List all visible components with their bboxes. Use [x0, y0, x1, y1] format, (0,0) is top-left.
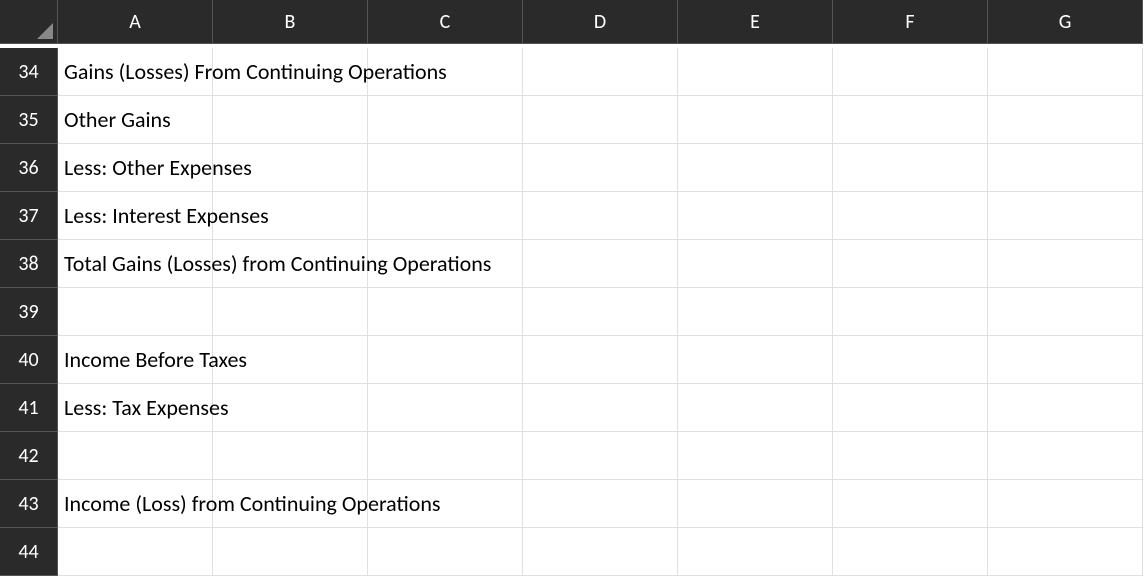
- cell-d37[interactable]: [523, 192, 678, 240]
- row-header-39[interactable]: 39: [0, 288, 58, 336]
- cell-e41[interactable]: [678, 384, 833, 432]
- cell-e34[interactable]: [678, 48, 833, 96]
- cell-d34[interactable]: [523, 48, 678, 96]
- cell-b42[interactable]: [213, 432, 368, 480]
- cell-g38[interactable]: [988, 240, 1143, 288]
- cell-c36[interactable]: [368, 144, 523, 192]
- cell-c44[interactable]: [368, 528, 523, 576]
- cell-d44[interactable]: [523, 528, 678, 576]
- cell-e43[interactable]: [678, 480, 833, 528]
- cell-d36[interactable]: [523, 144, 678, 192]
- cell-d41[interactable]: [523, 384, 678, 432]
- cell-g42[interactable]: [988, 432, 1143, 480]
- row-header-44[interactable]: 44: [0, 528, 58, 576]
- cell-g37[interactable]: [988, 192, 1143, 240]
- cell-e36[interactable]: [678, 144, 833, 192]
- cell-f39[interactable]: [833, 288, 988, 336]
- cell-f44[interactable]: [833, 528, 988, 576]
- cell-e40[interactable]: [678, 336, 833, 384]
- row-header-40[interactable]: 40: [0, 336, 58, 384]
- cell-b41[interactable]: [213, 384, 368, 432]
- cell-b35[interactable]: [213, 96, 368, 144]
- cell-g36[interactable]: [988, 144, 1143, 192]
- column-header-a[interactable]: A: [58, 0, 213, 44]
- cell-c39[interactable]: [368, 288, 523, 336]
- cell-a36[interactable]: Less: Other Expenses: [58, 144, 213, 192]
- cell-d38[interactable]: [523, 240, 678, 288]
- row-header-43[interactable]: 43: [0, 480, 58, 528]
- column-header-g[interactable]: G: [988, 0, 1143, 44]
- cell-d43[interactable]: [523, 480, 678, 528]
- row-header-36[interactable]: 36: [0, 144, 58, 192]
- cell-f42[interactable]: [833, 432, 988, 480]
- cell-e39[interactable]: [678, 288, 833, 336]
- cell-c40[interactable]: [368, 336, 523, 384]
- column-header-d[interactable]: D: [523, 0, 678, 44]
- cell-g39[interactable]: [988, 288, 1143, 336]
- row-header-38[interactable]: 38: [0, 240, 58, 288]
- row-header-35[interactable]: 35: [0, 96, 58, 144]
- select-all-corner[interactable]: [0, 0, 58, 44]
- cell-c42[interactable]: [368, 432, 523, 480]
- column-header-c[interactable]: C: [368, 0, 523, 44]
- cell-d39[interactable]: [523, 288, 678, 336]
- row-header-42[interactable]: 42: [0, 432, 58, 480]
- cell-g35[interactable]: [988, 96, 1143, 144]
- column-header-b[interactable]: B: [213, 0, 368, 44]
- cell-f38[interactable]: [833, 240, 988, 288]
- cell-f35[interactable]: [833, 96, 988, 144]
- cell-a41[interactable]: Less: Tax Expenses: [58, 384, 213, 432]
- cell-a43[interactable]: Income (Loss) from Continuing Operations: [58, 480, 213, 528]
- cell-d35[interactable]: [523, 96, 678, 144]
- cell-f34[interactable]: [833, 48, 988, 96]
- cell-c35[interactable]: [368, 96, 523, 144]
- cell-a42[interactable]: [58, 432, 213, 480]
- cell-a37[interactable]: Less: Interest Expenses: [58, 192, 213, 240]
- cell-e35[interactable]: [678, 96, 833, 144]
- cell-b44[interactable]: [213, 528, 368, 576]
- cell-b39[interactable]: [213, 288, 368, 336]
- cell-f40[interactable]: [833, 336, 988, 384]
- cell-f36[interactable]: [833, 144, 988, 192]
- cell-f43[interactable]: [833, 480, 988, 528]
- cell-g41[interactable]: [988, 384, 1143, 432]
- cell-a38[interactable]: Total Gains (Losses) from Continuing Ope…: [58, 240, 213, 288]
- cell-g40[interactable]: [988, 336, 1143, 384]
- cell-d40[interactable]: [523, 336, 678, 384]
- row-header-37[interactable]: 37: [0, 192, 58, 240]
- cell-d42[interactable]: [523, 432, 678, 480]
- cell-g43[interactable]: [988, 480, 1143, 528]
- cell-e44[interactable]: [678, 528, 833, 576]
- cell-e37[interactable]: [678, 192, 833, 240]
- cell-c37[interactable]: [368, 192, 523, 240]
- cell-g44[interactable]: [988, 528, 1143, 576]
- cell-a35[interactable]: Other Gains: [58, 96, 213, 144]
- cell-c41[interactable]: [368, 384, 523, 432]
- cell-a39[interactable]: [58, 288, 213, 336]
- cell-a34[interactable]: Gains (Losses) From Continuing Operation…: [58, 48, 213, 96]
- cell-e42[interactable]: [678, 432, 833, 480]
- cell-a44[interactable]: [58, 528, 213, 576]
- cell-f37[interactable]: [833, 192, 988, 240]
- cell-g34[interactable]: [988, 48, 1143, 96]
- row-header-34[interactable]: 34: [0, 48, 58, 96]
- select-all-icon: [37, 23, 53, 39]
- cell-a40[interactable]: Income Before Taxes: [58, 336, 213, 384]
- row-header-41[interactable]: 41: [0, 384, 58, 432]
- column-header-e[interactable]: E: [678, 0, 833, 44]
- cell-f41[interactable]: [833, 384, 988, 432]
- cell-e38[interactable]: [678, 240, 833, 288]
- column-header-f[interactable]: F: [833, 0, 988, 44]
- spreadsheet-grid: A B C D E F G 34 Gains (Losses) From Con…: [0, 0, 1146, 576]
